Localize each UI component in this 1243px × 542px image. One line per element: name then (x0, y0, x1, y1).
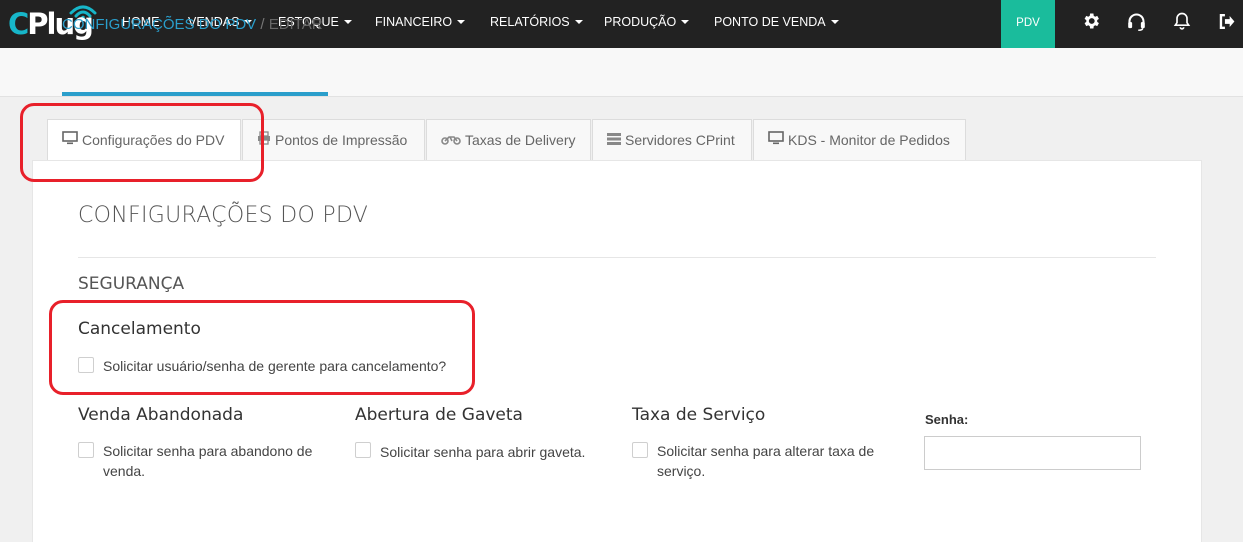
chevron-down-icon (343, 19, 352, 24)
pdv-button[interactable]: PDV (1001, 0, 1055, 48)
monitor-icon (768, 120, 784, 160)
server-icon (607, 120, 621, 160)
abertura-gaveta-label: Solicitar senha para abrir gaveta. (380, 444, 586, 460)
cancelamento-title: Cancelamento (78, 319, 201, 339)
tab-label: Taxas de Delivery (465, 132, 576, 148)
taxa-servico-label: Solicitar senha para alterar taxa de ser… (657, 443, 875, 479)
tab-label: Pontos de Impressão (275, 132, 408, 148)
chevron-down-icon (457, 19, 466, 24)
printer-icon (257, 120, 271, 160)
nav-relatorios[interactable]: RELATÓRIOS (490, 0, 583, 48)
senha-input[interactable] (924, 436, 1141, 470)
logout-icon[interactable] (1217, 12, 1236, 31)
chevron-down-icon (574, 19, 583, 24)
page-title: CONFIGURAÇÕES DO PDV (78, 203, 369, 228)
venda-abandonada-title: Venda Abandonada (78, 405, 244, 425)
gear-icon[interactable] (1081, 11, 1101, 31)
tab-label: Servidores CPrint (625, 132, 735, 148)
nav-ponto-de-venda[interactable]: PONTO DE VENDA (714, 0, 839, 48)
venda-abandonada-checkbox[interactable] (78, 442, 94, 458)
nav-producao[interactable]: PRODUÇÃO (604, 0, 690, 48)
venda-abandonada-label: Solicitar senha para abandono de venda. (103, 443, 313, 479)
chevron-down-icon (681, 19, 690, 24)
tab-taxas-delivery[interactable]: Taxas de Delivery (426, 119, 591, 161)
tab-pontos-impressao[interactable]: Pontos de Impressão (242, 119, 425, 161)
motorcycle-icon (441, 120, 461, 160)
taxa-servico-checkbox[interactable] (632, 442, 648, 458)
bell-icon[interactable] (1172, 11, 1192, 31)
breadcrumb-band (0, 48, 1243, 97)
taxa-servico-title: Taxa de Serviço (632, 405, 766, 425)
senha-label: Senha: (925, 412, 969, 427)
section-title: SEGURANÇA (78, 274, 185, 294)
abertura-gaveta-checkbox[interactable] (355, 442, 371, 458)
tab-kds-monitor[interactable]: KDS - Monitor de Pedidos (753, 119, 966, 161)
nav-financeiro[interactable]: FINANCEIRO (375, 0, 466, 48)
abertura-gaveta-title: Abertura de Gaveta (355, 405, 523, 425)
tab-servidores-cprint[interactable]: Servidores CPrint (592, 119, 752, 161)
breadcrumb: CONFIGURAÇÕES DO PDV / EDITAR (62, 16, 323, 33)
tab-label: KDS - Monitor de Pedidos (788, 132, 950, 148)
breadcrumb-underline (62, 92, 328, 96)
breadcrumb-separator: / (260, 16, 265, 33)
cancelamento-checkbox[interactable] (78, 357, 94, 373)
cancelamento-label: Solicitar usuário/senha de gerente para … (103, 358, 447, 374)
divider (78, 257, 1156, 258)
breadcrumb-link[interactable]: CONFIGURAÇÕES DO PDV (62, 16, 256, 33)
tab-configuracoes-pdv[interactable]: Configurações do PDV (47, 119, 241, 161)
chevron-down-icon (830, 19, 839, 24)
breadcrumb-current: EDITAR (268, 16, 323, 33)
tab-label: Configurações do PDV (82, 132, 225, 148)
headset-icon[interactable] (1126, 11, 1147, 32)
monitor-icon (62, 120, 78, 160)
